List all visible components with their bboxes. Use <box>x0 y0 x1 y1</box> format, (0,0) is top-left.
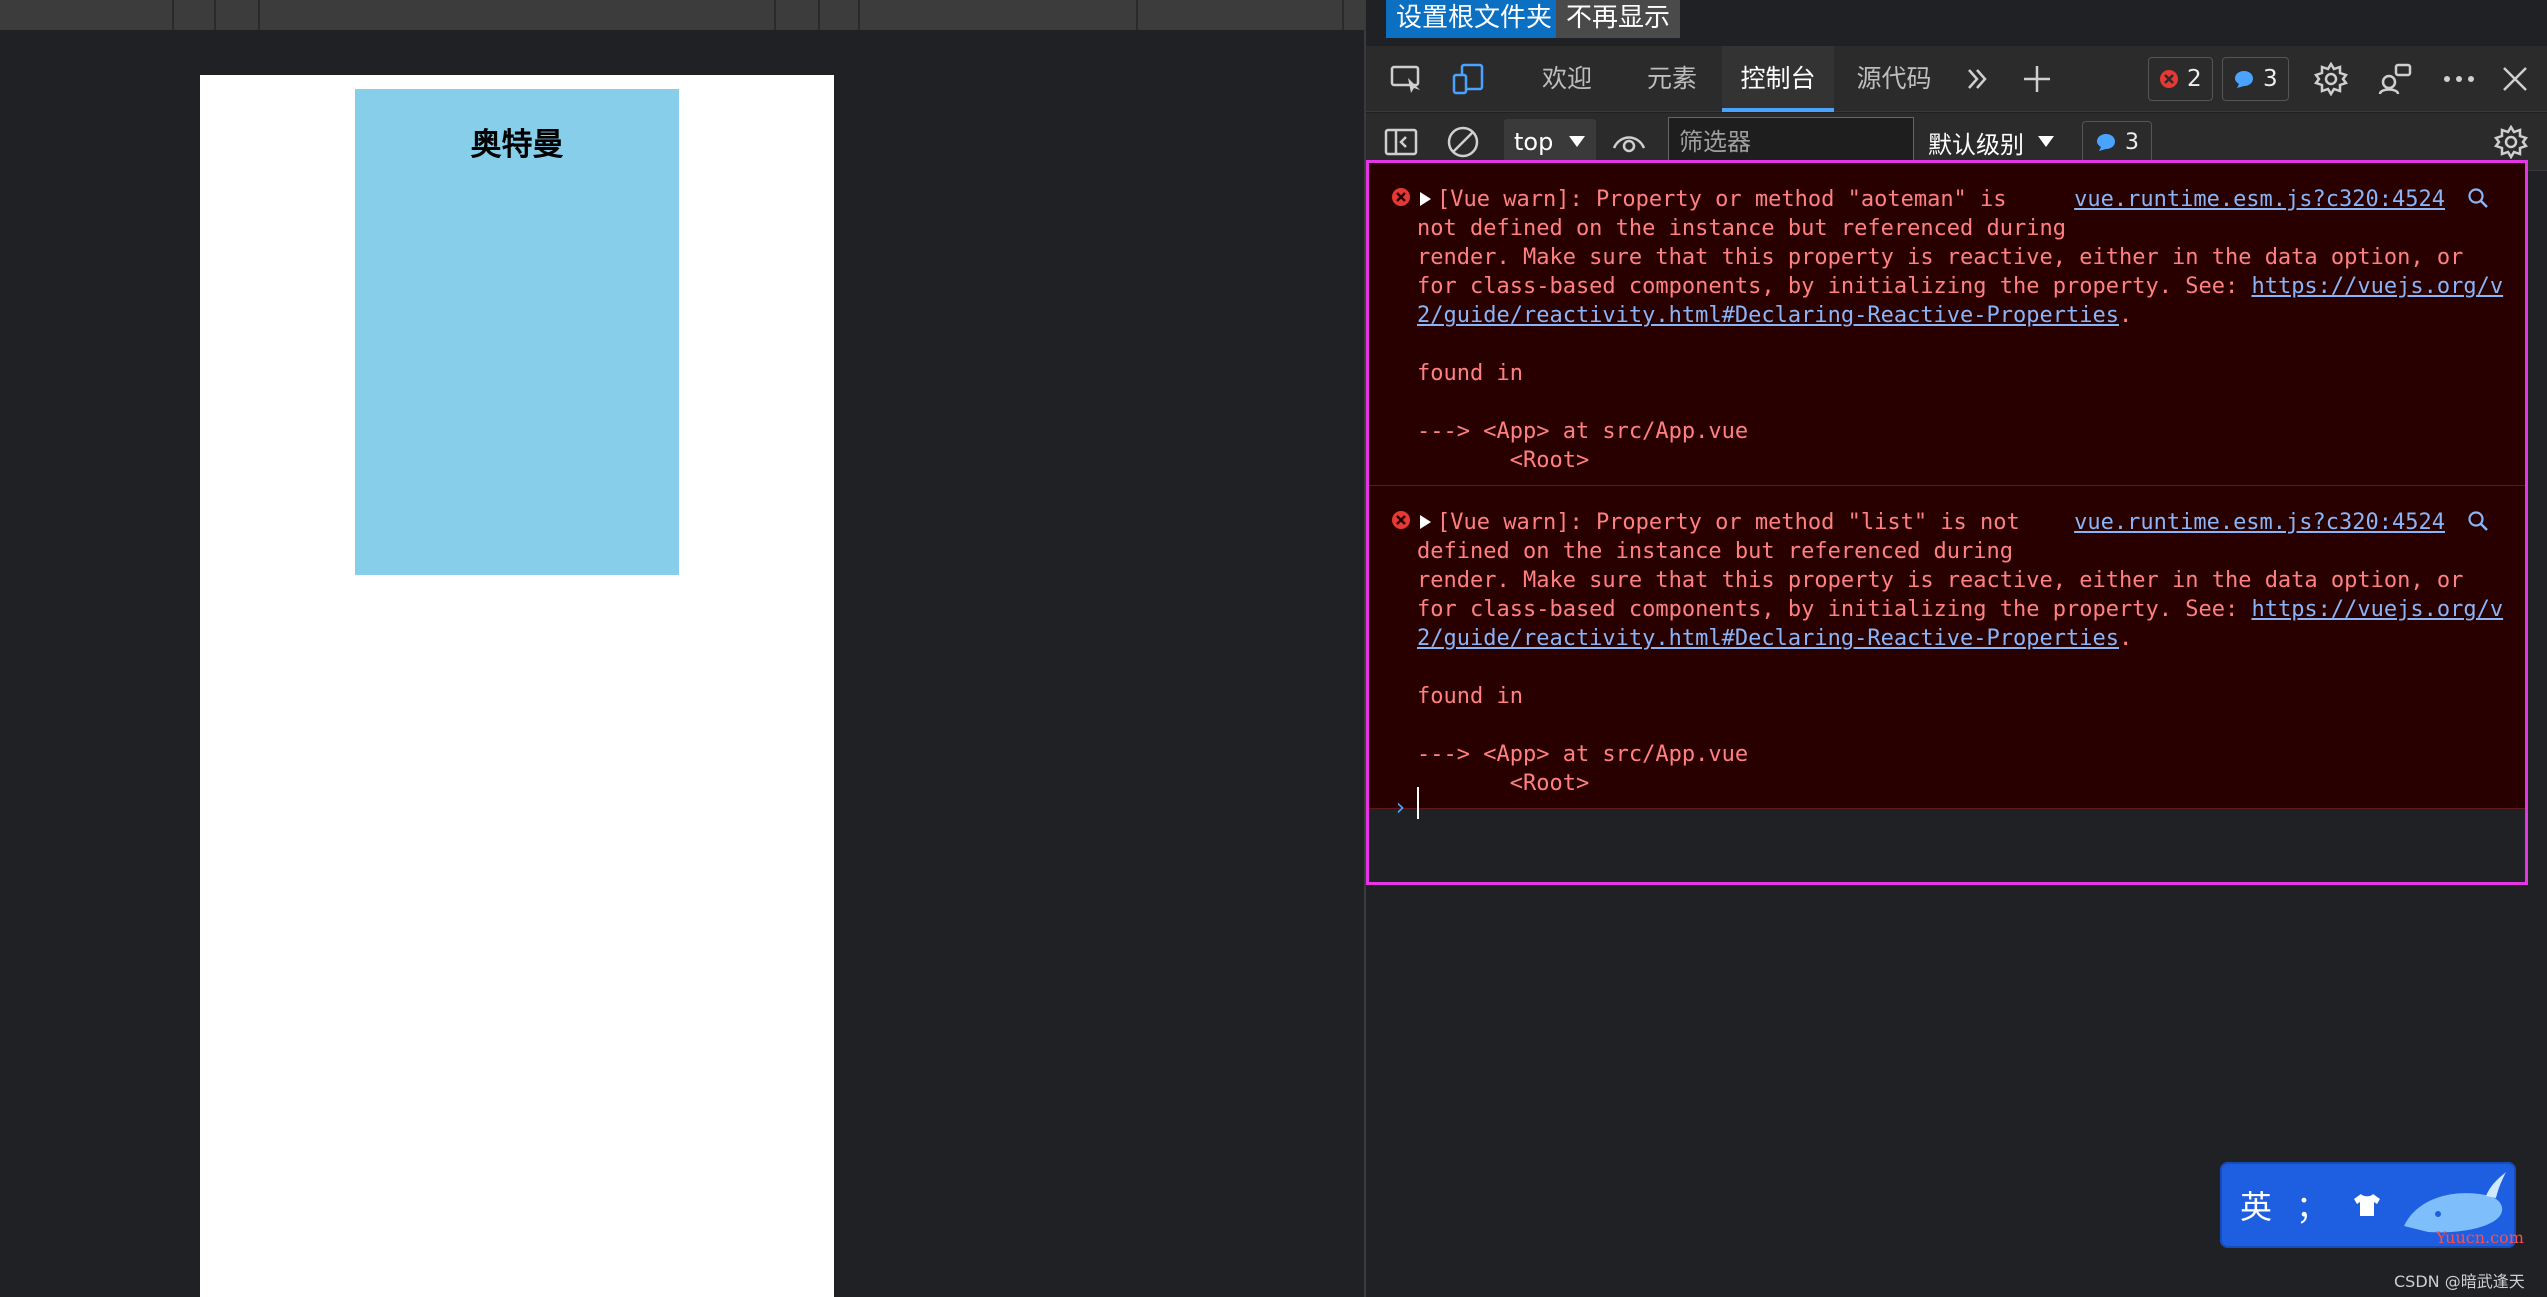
inspect-element-icon[interactable] <box>1386 58 1428 100</box>
error-count-badge[interactable]: 2 <box>2148 57 2213 101</box>
log-level-value: 默认级别 <box>1928 130 2024 159</box>
error-icon <box>2160 70 2178 88</box>
clear-console-icon[interactable] <box>1442 121 1484 163</box>
settings-gear-icon[interactable] <box>2310 58 2352 100</box>
docs-link[interactable]: 2/guide/reactivity.html#Declaring-Reacti… <box>1417 303 2119 328</box>
strip-divider <box>214 0 216 30</box>
tab-welcome[interactable]: 欢迎 <box>1512 46 1622 112</box>
error-icon <box>1392 511 1410 529</box>
error-icon <box>1392 188 1410 206</box>
docs-link[interactable]: https://vuejs.org/v <box>2251 597 2503 622</box>
ime-punctuation-toggle[interactable]: ； <box>2296 1182 2328 1228</box>
strip-divider <box>258 0 260 30</box>
source-link[interactable]: vue.runtime.esm.js?c320:4524 <box>2074 185 2445 214</box>
set-root-folder-button[interactable]: 设置根文件夹 <box>1386 0 1563 38</box>
dont-show-again-button[interactable]: 不再显示 <box>1556 0 1681 38</box>
message-text: defined on the instance but referenced d… <box>1417 539 2014 564</box>
log-level-select[interactable]: 默认级别 <box>1928 121 2054 163</box>
message-text: found in <box>1417 361 1523 386</box>
top-strip <box>0 0 1364 30</box>
ime-skin-shirt-icon[interactable] <box>2352 1192 2382 1218</box>
message-text: render. Make sure that this property is … <box>1417 568 2464 593</box>
card: 奥特曼 <box>355 89 679 575</box>
card-title: 奥特曼 <box>470 127 564 163</box>
add-tab-icon[interactable] <box>2016 58 2058 100</box>
issues-count-badge[interactable]: 3 <box>2082 121 2152 163</box>
message-text: 2/guide/reactivity.html#Declaring-Reacti… <box>1417 626 2133 651</box>
message-text: not defined on the instance but referenc… <box>1417 216 2067 241</box>
message-text: found in <box>1417 684 1523 709</box>
device-emulation-icon[interactable] <box>1448 58 1490 100</box>
message-text: for class-based components, by initializ… <box>1417 597 2504 622</box>
console-error-message: [Vue warn]: Property or method "list" is… <box>1369 486 2525 809</box>
close-devtools-icon[interactable] <box>2494 58 2536 100</box>
source-link[interactable]: vue.runtime.esm.js?c320:4524 <box>2074 508 2445 537</box>
component-trace: <Root> <box>1417 448 1590 473</box>
expand-triangle-icon[interactable] <box>1417 514 1433 530</box>
search-icon[interactable] <box>2467 510 2489 532</box>
strip-divider <box>858 0 860 30</box>
info-count-badge[interactable]: 3 <box>2222 57 2289 101</box>
page-canvas: 奥特曼 <box>200 75 834 1297</box>
error-count: 2 <box>2187 66 2202 92</box>
live-expression-eye-icon[interactable] <box>1608 121 1650 163</box>
chevron-down-icon <box>2038 136 2054 147</box>
tab-elements[interactable]: 元素 <box>1622 46 1722 112</box>
component-trace: <Root> <box>1417 771 1590 796</box>
tab-console[interactable]: 控制台 <box>1722 46 1834 112</box>
docs-link[interactable]: https://vuejs.org/v <box>2251 274 2503 299</box>
site-watermark: Yuucn.com <box>2436 1228 2524 1247</box>
page-viewport: 奥特曼 <box>0 0 1364 1297</box>
strip-divider <box>1342 0 1344 30</box>
console-settings-gear-icon[interactable] <box>2490 121 2532 163</box>
console-input-caret[interactable] <box>1417 787 1419 819</box>
connect-devices-icon[interactable] <box>2374 58 2416 100</box>
csdn-watermark: CSDN @暗武逢天 <box>2394 1272 2525 1291</box>
sidebar-toggle-icon[interactable] <box>1380 121 1422 163</box>
context-select[interactable]: top <box>1504 119 1596 165</box>
message-text: 2/guide/reactivity.html#Declaring-Reacti… <box>1417 303 2133 328</box>
message-text: render. Make sure that this property is … <box>1417 245 2464 270</box>
component-trace: ---> <App> at src/App.vue <box>1417 419 1749 444</box>
strip-divider <box>1136 0 1138 30</box>
console-output: [Vue warn]: Property or method "aoteman"… <box>1366 160 2528 885</box>
more-options-icon[interactable] <box>2438 58 2480 100</box>
more-tabs-icon[interactable] <box>1956 58 1998 100</box>
info-count: 3 <box>2263 66 2278 92</box>
chevron-down-icon <box>1569 136 1586 147</box>
notification-bar: 设置根文件夹 不再显示 <box>1366 0 2547 45</box>
strip-divider <box>818 0 820 30</box>
search-icon[interactable] <box>2467 187 2489 209</box>
devtools-panel: 设置根文件夹 不再显示 欢迎 元素 控制台 源代码 2 3 top 筛选器 默认… <box>1364 0 2547 1297</box>
tab-sources[interactable]: 源代码 <box>1838 46 1950 112</box>
ime-language-toggle[interactable]: 英 <box>2240 1182 2272 1228</box>
message-text: for class-based components, by initializ… <box>1417 274 2504 299</box>
docs-link[interactable]: 2/guide/reactivity.html#Declaring-Reacti… <box>1417 626 2119 651</box>
component-trace: ---> <App> at src/App.vue <box>1417 742 1749 767</box>
strip-divider <box>172 0 174 30</box>
console-error-message: [Vue warn]: Property or method "aoteman"… <box>1369 163 2525 486</box>
expand-triangle-icon[interactable] <box>1417 191 1433 207</box>
context-value: top <box>1514 128 1554 156</box>
strip-divider <box>774 0 776 30</box>
message-icon <box>2235 71 2253 88</box>
devtools-tab-bar: 欢迎 元素 控制台 源代码 2 3 <box>1366 46 2547 112</box>
issues-count: 3 <box>2125 129 2139 155</box>
message-icon <box>2097 134 2115 151</box>
console-prompt-icon: › <box>1393 793 1408 821</box>
